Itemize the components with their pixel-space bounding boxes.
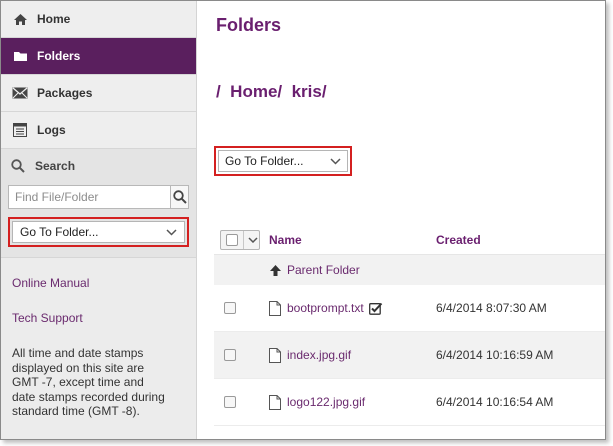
select-all-control[interactable] <box>220 229 260 250</box>
folder-icon <box>11 49 29 63</box>
search-icon <box>11 159 27 173</box>
file-table: Name Created Parent Folder bootprompt.tx… <box>214 225 605 426</box>
list-icon <box>11 123 29 137</box>
search-heading-label: Search <box>35 159 76 173</box>
dropdown-value: Go To Folder... <box>20 225 99 239</box>
table-row: bootprompt.txt 6/4/2014 8:07:30 AM <box>214 285 605 332</box>
file-name: bootprompt.txt <box>287 301 364 315</box>
select-all-checkbox[interactable] <box>226 233 238 246</box>
search-row <box>8 185 189 209</box>
timezone-note-text: All time and date stamps displayed on th… <box>12 346 165 418</box>
nav-item-home[interactable]: Home <box>1 1 196 38</box>
goto-folder-dropdown[interactable]: Go To Folder... <box>218 150 348 172</box>
table-header: Name Created <box>214 225 605 255</box>
divider <box>243 230 244 249</box>
nav-item-label: Home <box>37 12 71 26</box>
dropdown-value: Go To Folder... <box>225 154 304 168</box>
search-button[interactable] <box>171 185 189 209</box>
highlight-box: Go To Folder... <box>8 217 189 247</box>
created-date: 6/4/2014 8:07:30 AM <box>436 301 547 315</box>
search-heading: Search <box>8 157 189 175</box>
file-link[interactable]: index.jpg.gif <box>269 347 352 363</box>
home-icon <box>11 12 29 26</box>
file-name: index.jpg.gif <box>287 348 352 362</box>
nav-item-logs[interactable]: Logs <box>1 112 196 149</box>
file-icon <box>269 300 281 316</box>
page-title: Folders <box>216 15 282 35</box>
table-row: logo122.jpg.gif 6/4/2014 10:16:54 AM <box>214 379 605 426</box>
envelope-icon <box>11 86 29 100</box>
sidebar: Home Folders Packages Logs Search Find F… <box>1 1 197 439</box>
nav-item-folders[interactable]: Folders <box>1 38 196 75</box>
sidebar-goto-folder-dropdown[interactable]: Go To Folder... <box>12 221 185 243</box>
search-input[interactable] <box>8 185 171 209</box>
file-icon <box>269 394 281 410</box>
created-date: 6/4/2014 10:16:59 AM <box>436 348 554 362</box>
checkbox-edit-icon[interactable] <box>368 302 383 315</box>
parent-folder-link[interactable]: Parent Folder <box>269 263 360 277</box>
online-manual-link[interactable]: Online Manual <box>1 276 196 290</box>
tech-support-link[interactable]: Tech Support <box>1 311 196 325</box>
row-checkbox[interactable] <box>224 349 236 361</box>
highlight-box: Go To Folder... <box>214 146 352 176</box>
file-link[interactable]: logo122.jpg.gif <box>269 394 366 410</box>
chevron-down-icon[interactable] <box>248 236 258 243</box>
row-checkbox[interactable] <box>224 302 236 314</box>
file-name: logo122.jpg.gif <box>287 395 366 409</box>
nav-item-label: Folders <box>37 49 81 63</box>
timezone-note: All time and date stamps displayed on th… <box>1 346 181 419</box>
search-icon <box>172 190 187 204</box>
parent-folder-label: Parent Folder <box>287 263 360 277</box>
column-header-name[interactable]: Name <box>269 233 302 247</box>
breadcrumb[interactable]: / Home/ kris/ <box>216 82 327 102</box>
nav-item-packages[interactable]: Packages <box>1 75 196 112</box>
chevron-down-icon <box>330 157 341 165</box>
created-date: 6/4/2014 10:16:54 AM <box>436 395 554 409</box>
search-panel: Search Go To Folder... <box>1 149 196 258</box>
row-checkbox[interactable] <box>224 396 236 408</box>
arrow-up-icon <box>269 264 282 277</box>
nav-item-label: Packages <box>37 86 93 100</box>
file-icon <box>269 347 281 363</box>
nav-item-label: Logs <box>37 123 66 137</box>
app-window: Home Folders Packages Logs Search Find F… <box>0 0 606 440</box>
column-header-created[interactable]: Created <box>436 233 481 247</box>
chevron-down-icon <box>166 228 177 236</box>
table-row: index.jpg.gif 6/4/2014 10:16:59 AM <box>214 332 605 379</box>
parent-folder-row: Parent Folder <box>214 255 605 285</box>
main-content: Folders / Home/ kris/ Go To Folder... Na… <box>198 1 605 439</box>
file-link[interactable]: bootprompt.txt <box>269 300 383 316</box>
